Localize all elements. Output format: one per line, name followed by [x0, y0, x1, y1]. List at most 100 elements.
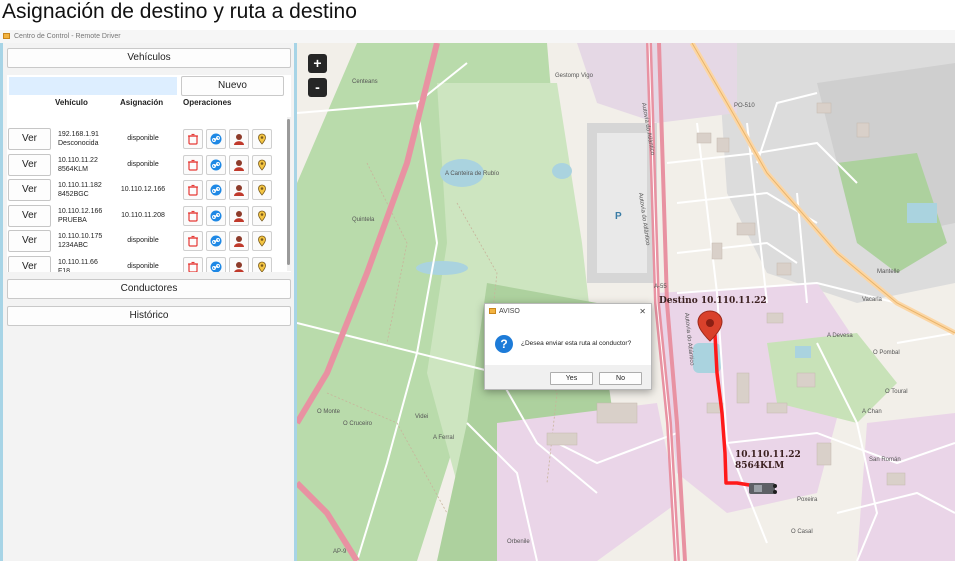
driver-button[interactable] [229, 154, 249, 175]
map-label-po510: PO-510 [734, 103, 755, 109]
scrollbar-thumb[interactable] [287, 119, 290, 265]
vehicle-ip: 192.168.1.91 [58, 131, 99, 138]
link-button[interactable] [206, 231, 226, 251]
asignacion-cell: disponible [127, 262, 159, 270]
no-button[interactable]: No [599, 372, 642, 385]
link-button[interactable] [206, 154, 226, 175]
map-label-poxeira: Poxeira [797, 497, 818, 503]
route-pin-button[interactable] [252, 180, 272, 200]
vehicle-ip: 10.110.11.66 [58, 258, 98, 266]
question-icon: ? [495, 335, 513, 353]
table-row: Ver 192.168.1.91 Desconocida disponible [7, 127, 287, 152]
map-label-opombal: O Pombal [873, 350, 900, 356]
trash-button[interactable] [183, 256, 203, 272]
destination-label: Destino 10.110.11.22 [659, 296, 767, 306]
trash-button[interactable] [183, 129, 203, 149]
dialog-app-icon [489, 308, 496, 314]
yes-button[interactable]: Yes [550, 372, 593, 385]
column-header-vehiculo: Vehículo [55, 98, 88, 107]
vehicle-ip: 10.110.11.182 [58, 182, 102, 189]
trash-button[interactable] [183, 231, 203, 251]
route-pin-button[interactable] [252, 154, 272, 175]
route-pin-button[interactable] [252, 205, 272, 226]
dialog-title: AVISO [499, 308, 520, 315]
parking-icon: P [615, 211, 622, 222]
map-label-centeans: Centeans [352, 79, 378, 85]
map-label-a55: A-55 [654, 284, 667, 290]
window-titlebar: Centro de Control - Remote Driver [0, 30, 955, 43]
zoom-in-button[interactable]: + [308, 54, 327, 73]
vehicle-plate: 1234ABC [58, 242, 88, 249]
vehicle-label-ip: 10.110.11.22 [735, 450, 801, 460]
table-row: Ver 10.110.12.166 PRUEBA 10.110.11.208 [7, 204, 287, 229]
table-row: Ver 10.110.10.175 1234ABC disponible [7, 229, 287, 254]
map-label-ocruceiro: O Cruceiro [343, 421, 373, 427]
ver-button[interactable]: Ver [8, 255, 51, 272]
map-label-mantelle: Mantelle [877, 269, 900, 275]
trash-button[interactable] [183, 180, 203, 200]
app-window: Centro de Control - Remote Driver Vehícu… [0, 30, 955, 561]
map-label-omonte: O Monte [317, 409, 341, 415]
vehicle-cell: 10.110.10.175 1234ABC [58, 232, 102, 250]
conductores-button[interactable]: Conductores [7, 279, 291, 299]
driver-button[interactable] [229, 256, 249, 272]
table-row: Ver 10.110.11.182 8452BGC 10.110.12.166 [7, 178, 287, 203]
left-panel: Vehículos Nuevo Vehículo Asignación Oper… [0, 43, 297, 561]
vehicle-plate: Desconocida [58, 140, 99, 147]
link-button[interactable] [206, 256, 226, 272]
vehicle-ip: 10.110.11.22 [58, 156, 98, 164]
vehicle-plate: F18 [58, 267, 71, 273]
table-row: Ver 10.110.11.66 F18 disponible [7, 255, 287, 273]
map-label-orbenile: Orbenile [507, 539, 530, 545]
historico-button[interactable]: Histórico [7, 306, 291, 326]
aviso-dialog: AVISO ✕ ? ¿Desea enviar esta ruta al con… [484, 303, 652, 390]
map-label-vacarla: Vacarla [862, 297, 883, 303]
route-pin-button[interactable] [252, 256, 272, 272]
map-canvas: P Centeans Gestomp Vigo Quintela PO-510 … [297, 43, 955, 561]
link-button[interactable] [206, 205, 226, 226]
map-label-adevesa: A Devesa [827, 333, 853, 339]
ver-button[interactable]: Ver [8, 128, 51, 150]
trash-button[interactable] [183, 205, 203, 226]
zoom-out-button[interactable]: - [308, 78, 327, 97]
page-title: Asignación de destino y ruta a destino [2, 0, 357, 23]
close-icon[interactable]: ✕ [639, 304, 646, 319]
driver-button[interactable] [229, 180, 249, 200]
map-label-ocasal: O Casal [791, 529, 813, 535]
link-button[interactable] [206, 129, 226, 149]
table-header-band [9, 77, 177, 95]
trash-button[interactable] [183, 154, 203, 175]
vehicle-plate: PRUEBA [58, 216, 87, 224]
route-pin-button[interactable] [252, 231, 272, 251]
vehicle-plate: 8452BGC [58, 191, 89, 198]
ver-button[interactable]: Ver [8, 179, 51, 201]
ver-button[interactable]: Ver [8, 153, 51, 176]
vehicle-label: 10.110.11.22 8564KLM [735, 450, 801, 472]
route-pin-button[interactable] [252, 129, 272, 149]
ver-button[interactable]: Ver [8, 230, 51, 252]
vehicle-plate: 8564KLM [58, 165, 88, 173]
nuevo-button[interactable]: Nuevo [181, 76, 284, 96]
vehicle-cell: 10.110.12.166 PRUEBA [58, 207, 102, 225]
driver-button[interactable] [229, 231, 249, 251]
vehicle-ip: 10.110.10.175 [58, 233, 103, 240]
vehicle-cell: 10.110.11.66 F18 [58, 258, 98, 273]
link-button[interactable] [206, 180, 226, 200]
window-title: Centro de Control - Remote Driver [14, 33, 121, 40]
ver-button[interactable]: Ver [8, 204, 51, 227]
map-label-gestoria: Gestomp Vigo [555, 73, 594, 79]
driver-button[interactable] [229, 205, 249, 226]
dialog-body: ? ¿Desea enviar esta ruta al conductor? [485, 319, 651, 365]
asignacion-cell: disponible [127, 160, 159, 168]
asignacion-cell: disponible [127, 135, 159, 142]
driver-button[interactable] [229, 129, 249, 149]
map-view[interactable]: P Centeans Gestomp Vigo Quintela PO-510 … [297, 43, 955, 561]
dialog-titlebar: AVISO ✕ [485, 304, 651, 319]
vehicle-cell: 10.110.11.22 8564KLM [58, 156, 98, 174]
vehiculos-header-button[interactable]: Vehículos [7, 48, 291, 68]
column-header-asignacion: Asignación [120, 98, 164, 107]
map-label-rocadado: A Canteira de Rubío [445, 171, 500, 177]
asignacion-cell: disponible [127, 237, 159, 244]
vehicle-ip: 10.110.12.166 [58, 207, 103, 215]
map-label-quintela: Quintela [352, 217, 375, 223]
